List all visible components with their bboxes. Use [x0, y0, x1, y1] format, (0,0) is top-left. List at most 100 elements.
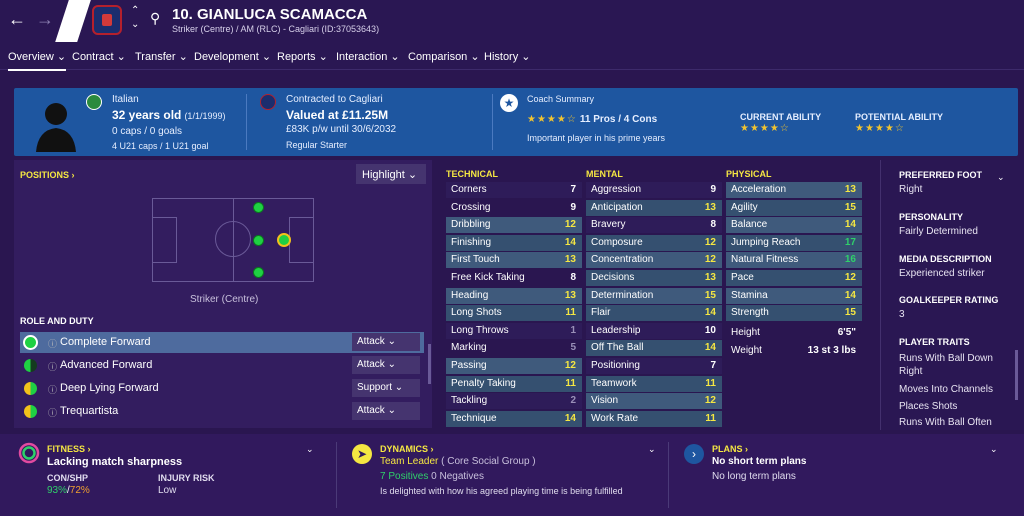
attribute-value: 13	[704, 201, 716, 213]
attribute-row[interactable]: Long Shots 11	[446, 305, 582, 322]
attribute-row[interactable]: Technique 14	[446, 410, 582, 427]
tab-transfer[interactable]: Transfer ⌄	[135, 50, 188, 63]
tab-history[interactable]: History ⌄	[484, 50, 531, 63]
media-description-label: MEDIA DESCRIPTION	[899, 254, 992, 264]
attribute-row[interactable]: Teamwork 11	[586, 375, 722, 392]
attribute-name: Leadership	[591, 324, 641, 336]
attribute-row[interactable]: Off The Ball 14	[586, 340, 722, 357]
attribute-row[interactable]: Work Rate 11	[586, 410, 722, 427]
social-group: ( Core Social Group )	[441, 456, 536, 467]
chevron-down-icon[interactable]: ⌄	[990, 444, 998, 455]
attribute-row[interactable]: Long Throws 1	[446, 322, 582, 339]
attribute-row[interactable]: Pace 12	[726, 270, 862, 286]
scrollbar[interactable]	[1015, 350, 1018, 400]
attribute-row[interactable]: Heading 13	[446, 287, 582, 304]
coach-star-icon: ★	[500, 94, 518, 112]
attribute-row[interactable]: Leadership 10	[586, 322, 722, 339]
attribute-value: 7	[710, 360, 716, 371]
positions-panel: POSITIONS › Highlight ⌄ Striker (Centre)…	[14, 160, 432, 428]
attribute-row[interactable]: Passing 12	[446, 358, 582, 374]
tab-development[interactable]: Development ⌄	[194, 50, 271, 63]
duty-dropdown[interactable]: Support ⌄	[352, 379, 420, 397]
attribute-row[interactable]: Stamina 14	[726, 287, 862, 304]
tab-comparison[interactable]: Comparison ⌄	[408, 50, 480, 63]
coach-pros-cons: 11 Pros / 4 Cons	[579, 114, 658, 125]
fitness-label[interactable]: FITNESS ›	[47, 444, 91, 454]
plans-label[interactable]: PLANS ›	[712, 444, 748, 454]
club-crest-icon[interactable]	[92, 5, 122, 35]
attribute-row[interactable]: First Touch 13	[446, 252, 582, 269]
prev-next-player-icon[interactable]: ⌃ ⌄	[131, 4, 139, 32]
attribute-row[interactable]: Composure 12	[586, 234, 722, 251]
dynamics-note: Is delighted with how his agreed playing…	[380, 486, 623, 496]
player-name: 10. GIANLUCA SCAMACCA	[172, 6, 368, 23]
long-term-plans: No long term plans	[712, 471, 796, 482]
attribute-row[interactable]: Agility 15	[726, 199, 862, 216]
attribute-row[interactable]: Anticipation 13	[586, 199, 722, 216]
chevron-down-icon[interactable]: ⌄	[648, 444, 656, 455]
attribute-value: 11	[565, 377, 576, 389]
age: 32 years old	[112, 108, 182, 122]
attribute-row[interactable]: Decisions 13	[586, 270, 722, 286]
attribute-row[interactable]: Marking 5	[446, 340, 582, 356]
position-dot[interactable]	[253, 267, 264, 278]
attribute-row[interactable]: Penalty Taking 11	[446, 375, 582, 392]
attribute-row[interactable]: Crossing 9	[446, 200, 582, 216]
highlight-dropdown[interactable]: Highlight ⌄	[356, 164, 426, 184]
italy-flag-icon	[86, 94, 102, 110]
media-description-value: Experienced striker	[899, 268, 985, 279]
title-bar: ← → ⌃ ⌄ ⚲ 10. GIANLUCA SCAMACCA Striker (…	[0, 0, 1024, 42]
attribute-name: Pace	[731, 272, 754, 283]
tab-contract[interactable]: Contract ⌄	[72, 50, 126, 63]
tab-interaction[interactable]: Interaction ⌄	[336, 50, 400, 63]
attribute-row[interactable]: Natural Fitness 16	[726, 252, 862, 269]
attribute-row[interactable]: Tackling 2	[446, 393, 582, 410]
attribute-row[interactable]: Positioning 7	[586, 358, 722, 374]
attribute-row[interactable]: Bravery 8	[586, 217, 722, 234]
attribute-row[interactable]: Concentration 12	[586, 252, 722, 269]
role-row[interactable]: ⓘ Complete Forward Attack ⌄	[20, 332, 424, 353]
chevron-down-icon[interactable]: ⌄	[306, 444, 314, 455]
dynamics-label[interactable]: DYNAMICS ›	[380, 444, 434, 454]
current-ability-stars: ★★★★☆	[740, 123, 790, 134]
attribute-row[interactable]: Balance 14	[726, 217, 862, 234]
role-row[interactable]: ⓘ Trequartista Attack ⌄	[20, 401, 424, 422]
tab-overview[interactable]: Overview ⌄	[8, 50, 67, 71]
attribute-row[interactable]: Jumping Reach 17	[726, 234, 862, 251]
scrollbar[interactable]	[428, 344, 431, 384]
selected-position-dot[interactable]	[277, 233, 291, 247]
duty-dropdown[interactable]: Attack ⌄	[352, 333, 420, 351]
attribute-value: 9	[710, 184, 716, 195]
attribute-row[interactable]: Aggression 9	[586, 182, 722, 198]
attribute-row[interactable]: Determination 15	[586, 287, 722, 304]
position-dot[interactable]	[253, 202, 264, 213]
attribute-row[interactable]: Flair 14	[586, 305, 722, 322]
attribute-row[interactable]: Finishing 14	[446, 234, 582, 251]
attribute-value: 2	[570, 395, 576, 407]
attribute-value: 14	[564, 412, 576, 424]
attribute-value: 14	[564, 236, 576, 248]
role-duty-label: ROLE AND DUTY	[20, 316, 94, 326]
attribute-row[interactable]: Acceleration 13	[726, 182, 862, 198]
attribute-row[interactable]: Strength 15	[726, 305, 862, 322]
duty-dropdown[interactable]: Attack ⌄	[352, 356, 420, 374]
attribute-row[interactable]: Dribbling 12	[446, 217, 582, 234]
attribute-row[interactable]: Vision 12	[586, 393, 722, 410]
forward-arrow-icon[interactable]: →	[36, 9, 54, 30]
attribute-row[interactable]: Corners 7	[446, 182, 582, 198]
info-sidebar: PREFERRED FOOT ⌄ Right PERSONALITY Fairl…	[880, 160, 1024, 430]
role-row[interactable]: ⓘ Deep Lying Forward Support ⌄	[20, 378, 424, 399]
attribute-row[interactable]: Free Kick Taking 8	[446, 270, 582, 286]
duty-dropdown[interactable]: Attack ⌄	[352, 402, 420, 420]
attribute-name: Positioning	[591, 360, 640, 371]
role-row[interactable]: ⓘ Advanced Forward Attack ⌄	[20, 355, 424, 376]
position-dot[interactable]	[253, 235, 264, 246]
back-arrow-icon[interactable]: ←	[8, 9, 26, 30]
wage: £83K p/w until 30/6/2032	[286, 124, 397, 135]
tab-reports[interactable]: Reports ⌄	[277, 50, 328, 63]
dynamics-icon: ➤	[352, 444, 372, 464]
chevron-down-icon[interactable]: ⌄	[997, 172, 1005, 183]
positions-label[interactable]: POSITIONS ›	[20, 170, 75, 180]
search-icon[interactable]: ⚲	[150, 10, 160, 27]
fitness-status: Lacking match sharpness	[47, 456, 183, 468]
